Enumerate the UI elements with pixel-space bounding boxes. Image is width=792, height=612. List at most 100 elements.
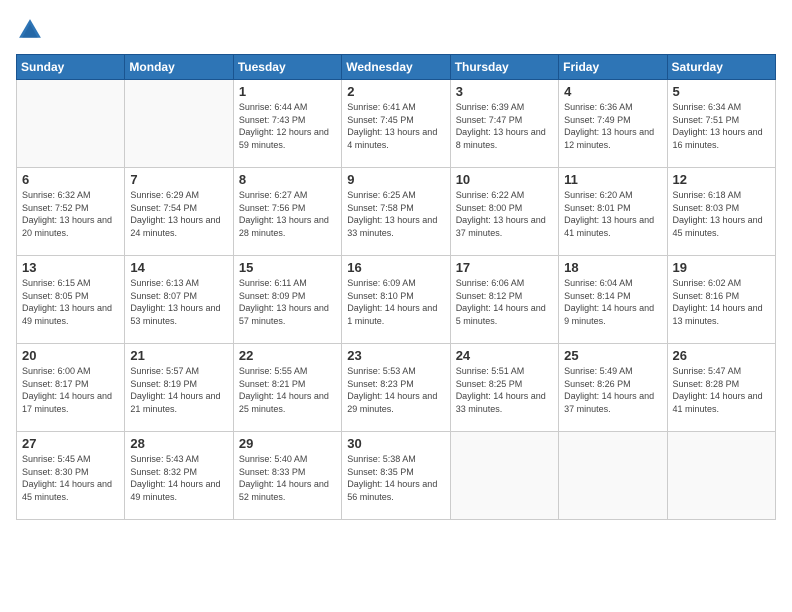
day-info: Sunrise: 6:34 AM Sunset: 7:51 PM Dayligh… (673, 101, 770, 151)
calendar-cell: 6 Sunrise: 6:32 AM Sunset: 7:52 PM Daylig… (17, 168, 125, 256)
day-number: 1 (239, 84, 336, 99)
calendar-cell: 14 Sunrise: 6:13 AM Sunset: 8:07 PM Dayli… (125, 256, 233, 344)
day-info: Sunrise: 6:02 AM Sunset: 8:16 PM Dayligh… (673, 277, 770, 327)
calendar-cell: 10 Sunrise: 6:22 AM Sunset: 8:00 PM Dayli… (450, 168, 558, 256)
day-number: 10 (456, 172, 553, 187)
day-number: 28 (130, 436, 227, 451)
day-info: Sunrise: 5:55 AM Sunset: 8:21 PM Dayligh… (239, 365, 336, 415)
day-info: Sunrise: 5:38 AM Sunset: 8:35 PM Dayligh… (347, 453, 444, 503)
calendar-cell: 11 Sunrise: 6:20 AM Sunset: 8:01 PM Dayli… (559, 168, 667, 256)
day-number: 9 (347, 172, 444, 187)
day-info: Sunrise: 6:22 AM Sunset: 8:00 PM Dayligh… (456, 189, 553, 239)
calendar-cell: 17Sunrise: 6:06 AM Sunset: 8:12 PM Dayli… (450, 256, 558, 344)
day-info: Sunrise: 5:49 AM Sunset: 8:26 PM Dayligh… (564, 365, 661, 415)
day-info: Sunrise: 6:27 AM Sunset: 7:56 PM Dayligh… (239, 189, 336, 239)
day-number: 26 (673, 348, 770, 363)
calendar-cell: 21 Sunrise: 5:57 AM Sunset: 8:19 PM Dayli… (125, 344, 233, 432)
day-number: 3 (456, 84, 553, 99)
day-number: 16 (347, 260, 444, 275)
header-cell-wednesday: Wednesday (342, 55, 450, 80)
calendar-cell: 9 Sunrise: 6:25 AM Sunset: 7:58 PM Daylig… (342, 168, 450, 256)
logo (16, 16, 48, 44)
header (16, 16, 776, 44)
day-number: 23 (347, 348, 444, 363)
calendar-cell (17, 80, 125, 168)
calendar-cell: 16 Sunrise: 6:09 AM Sunset: 8:10 PM Dayli… (342, 256, 450, 344)
calendar-cell: 5 Sunrise: 6:34 AM Sunset: 7:51 PM Daylig… (667, 80, 775, 168)
day-info: Sunrise: 6:20 AM Sunset: 8:01 PM Dayligh… (564, 189, 661, 239)
day-info: Sunrise: 6:36 AM Sunset: 7:49 PM Dayligh… (564, 101, 661, 151)
day-number: 21 (130, 348, 227, 363)
calendar-body: 1Sunrise: 6:44 AM Sunset: 7:43 PM Daylig… (17, 80, 776, 520)
calendar-cell: 15 Sunrise: 6:11 AM Sunset: 8:09 PM Dayli… (233, 256, 341, 344)
header-cell-sunday: Sunday (17, 55, 125, 80)
day-info: Sunrise: 6:25 AM Sunset: 7:58 PM Dayligh… (347, 189, 444, 239)
day-info: Sunrise: 6:09 AM Sunset: 8:10 PM Dayligh… (347, 277, 444, 327)
calendar-cell: 1Sunrise: 6:44 AM Sunset: 7:43 PM Daylig… (233, 80, 341, 168)
calendar-cell: 20 Sunrise: 6:00 AM Sunset: 8:17 PM Dayli… (17, 344, 125, 432)
day-info: Sunrise: 6:00 AM Sunset: 8:17 PM Dayligh… (22, 365, 119, 415)
calendar-cell: 30Sunrise: 5:38 AM Sunset: 8:35 PM Dayli… (342, 432, 450, 520)
day-info: Sunrise: 6:13 AM Sunset: 8:07 PM Dayligh… (130, 277, 227, 327)
calendar-cell: 27 Sunrise: 5:45 AM Sunset: 8:30 PM Dayli… (17, 432, 125, 520)
header-row: SundayMondayTuesdayWednesdayThursdayFrid… (17, 55, 776, 80)
calendar-cell: 29Sunrise: 5:40 AM Sunset: 8:33 PM Dayli… (233, 432, 341, 520)
day-number: 8 (239, 172, 336, 187)
day-info: Sunrise: 6:11 AM Sunset: 8:09 PM Dayligh… (239, 277, 336, 327)
calendar-cell: 13 Sunrise: 6:15 AM Sunset: 8:05 PM Dayli… (17, 256, 125, 344)
day-number: 2 (347, 84, 444, 99)
day-number: 5 (673, 84, 770, 99)
day-info: Sunrise: 6:04 AM Sunset: 8:14 PM Dayligh… (564, 277, 661, 327)
day-info: Sunrise: 5:53 AM Sunset: 8:23 PM Dayligh… (347, 365, 444, 415)
day-number: 19 (673, 260, 770, 275)
day-info: Sunrise: 6:18 AM Sunset: 8:03 PM Dayligh… (673, 189, 770, 239)
week-row-3: 20 Sunrise: 6:00 AM Sunset: 8:17 PM Dayli… (17, 344, 776, 432)
calendar-cell: 18Sunrise: 6:04 AM Sunset: 8:14 PM Dayli… (559, 256, 667, 344)
header-cell-tuesday: Tuesday (233, 55, 341, 80)
day-info: Sunrise: 6:06 AM Sunset: 8:12 PM Dayligh… (456, 277, 553, 327)
day-info: Sunrise: 5:57 AM Sunset: 8:19 PM Dayligh… (130, 365, 227, 415)
day-number: 20 (22, 348, 119, 363)
calendar-cell: 12 Sunrise: 6:18 AM Sunset: 8:03 PM Dayli… (667, 168, 775, 256)
calendar-cell: 8 Sunrise: 6:27 AM Sunset: 7:56 PM Daylig… (233, 168, 341, 256)
calendar-table: SundayMondayTuesdayWednesdayThursdayFrid… (16, 54, 776, 520)
calendar-header: SundayMondayTuesdayWednesdayThursdayFrid… (17, 55, 776, 80)
week-row-0: 1Sunrise: 6:44 AM Sunset: 7:43 PM Daylig… (17, 80, 776, 168)
day-info: Sunrise: 6:15 AM Sunset: 8:05 PM Dayligh… (22, 277, 119, 327)
day-number: 27 (22, 436, 119, 451)
day-number: 22 (239, 348, 336, 363)
day-number: 12 (673, 172, 770, 187)
header-cell-saturday: Saturday (667, 55, 775, 80)
day-info: Sunrise: 6:29 AM Sunset: 7:54 PM Dayligh… (130, 189, 227, 239)
calendar-cell (559, 432, 667, 520)
header-cell-thursday: Thursday (450, 55, 558, 80)
logo-icon (16, 16, 44, 44)
day-number: 24 (456, 348, 553, 363)
day-number: 25 (564, 348, 661, 363)
day-number: 14 (130, 260, 227, 275)
day-number: 15 (239, 260, 336, 275)
calendar-cell (667, 432, 775, 520)
calendar-cell: 25 Sunrise: 5:49 AM Sunset: 8:26 PM Dayli… (559, 344, 667, 432)
calendar-cell: 19 Sunrise: 6:02 AM Sunset: 8:16 PM Dayli… (667, 256, 775, 344)
header-cell-monday: Monday (125, 55, 233, 80)
day-number: 13 (22, 260, 119, 275)
calendar-cell: 4 Sunrise: 6:36 AM Sunset: 7:49 PM Daylig… (559, 80, 667, 168)
day-info: Sunrise: 5:43 AM Sunset: 8:32 PM Dayligh… (130, 453, 227, 503)
day-number: 6 (22, 172, 119, 187)
calendar-cell: 22 Sunrise: 5:55 AM Sunset: 8:21 PM Dayli… (233, 344, 341, 432)
day-number: 7 (130, 172, 227, 187)
week-row-4: 27 Sunrise: 5:45 AM Sunset: 8:30 PM Dayli… (17, 432, 776, 520)
day-info: Sunrise: 5:45 AM Sunset: 8:30 PM Dayligh… (22, 453, 119, 503)
day-number: 11 (564, 172, 661, 187)
day-info: Sunrise: 6:39 AM Sunset: 7:47 PM Dayligh… (456, 101, 553, 151)
calendar-cell (450, 432, 558, 520)
calendar-cell: 24Sunrise: 5:51 AM Sunset: 8:25 PM Dayli… (450, 344, 558, 432)
day-info: Sunrise: 6:32 AM Sunset: 7:52 PM Dayligh… (22, 189, 119, 239)
day-number: 4 (564, 84, 661, 99)
calendar-cell: 2Sunrise: 6:41 AM Sunset: 7:45 PM Daylig… (342, 80, 450, 168)
week-row-2: 13 Sunrise: 6:15 AM Sunset: 8:05 PM Dayli… (17, 256, 776, 344)
page: SundayMondayTuesdayWednesdayThursdayFrid… (0, 0, 792, 612)
calendar-cell: 28 Sunrise: 5:43 AM Sunset: 8:32 PM Dayli… (125, 432, 233, 520)
calendar-cell: 23 Sunrise: 5:53 AM Sunset: 8:23 PM Dayli… (342, 344, 450, 432)
